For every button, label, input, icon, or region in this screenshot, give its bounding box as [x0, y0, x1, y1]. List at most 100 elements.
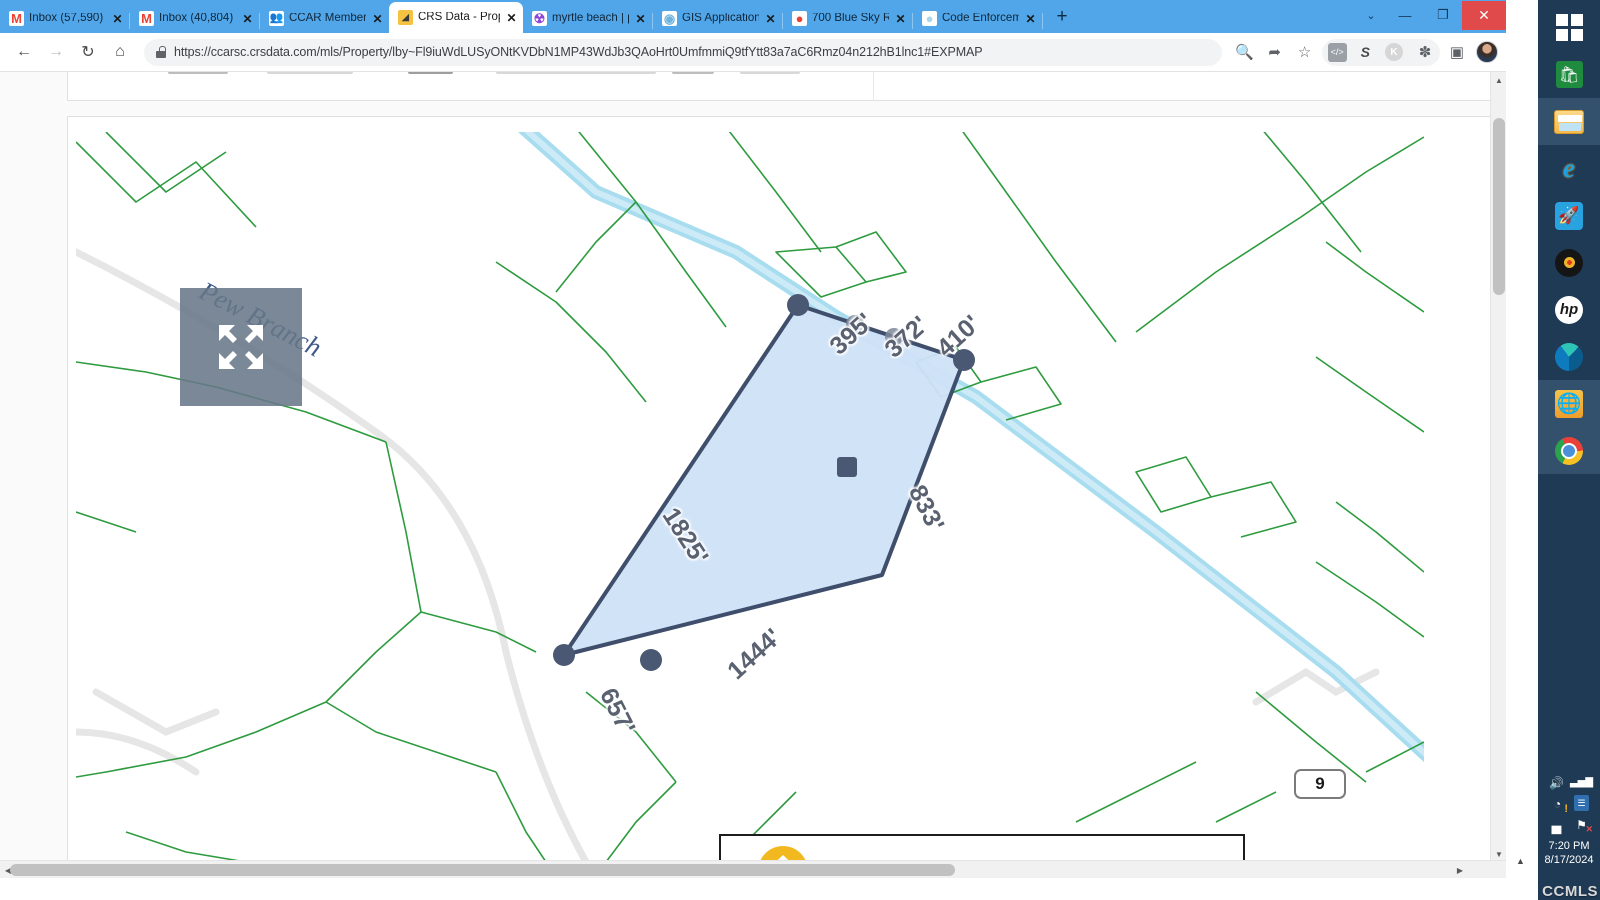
clock-date: 8/17/2024	[1544, 854, 1594, 866]
horizontal-scrollbar-thumb[interactable]	[10, 864, 955, 876]
signal-bars-icon[interactable]: ▃▅▇	[1570, 774, 1593, 791]
minimize-button[interactable]: —	[1386, 1, 1424, 30]
battery-icon[interactable]: ▄	[1548, 816, 1565, 833]
tab-gis-application[interactable]: ◉ GIS Application | H ✕	[653, 4, 782, 33]
code-icon: ●	[922, 11, 937, 26]
globe-icon: 🌐	[1555, 389, 1583, 418]
tab-blue-sky-rd[interactable]: ● 700 Blue Sky Rd - ✕	[783, 4, 912, 33]
close-tab-icon[interactable]: ✕	[634, 12, 647, 26]
scroll-up-arrow-icon[interactable]: ▲	[1491, 72, 1506, 88]
screen: M Inbox (57,590) - re ✕ M Inbox (40,804)…	[0, 0, 1600, 900]
tab-title: Inbox (57,590) - re	[29, 12, 106, 24]
page-vertical-scrollbar[interactable]: ▲ ▼	[1490, 72, 1506, 862]
tab-inbox-2[interactable]: M Inbox (40,804) - hc ✕	[130, 4, 259, 33]
taskbar-rocket-app[interactable]: 🚀	[1538, 192, 1600, 239]
chrome-icon	[1555, 436, 1583, 465]
rocket-icon: 🚀	[1555, 201, 1583, 230]
window-controls: ⌄ — ❐ ✕	[1356, 0, 1506, 30]
page-horizontal-scrollbar[interactable]: ◀ ▶	[0, 860, 1506, 878]
reload-button[interactable]: ↻	[72, 37, 104, 67]
side-panel-icon[interactable]: ▣	[1442, 37, 1472, 67]
tab-title: 700 Blue Sky Rd -	[812, 12, 889, 24]
taskbar-microsoft-store[interactable]: 🛍	[1538, 51, 1600, 98]
back-button[interactable]: ←	[8, 37, 40, 67]
taskbar-hp-app[interactable]: hp	[1538, 286, 1600, 333]
placeholder-bar	[408, 72, 453, 74]
tab-title: Inbox (40,804) - hc	[159, 12, 236, 24]
taskbar-google-chrome[interactable]	[1538, 427, 1600, 474]
clock-time: 7:20 PM	[1548, 840, 1590, 852]
clock[interactable]: 7:20 PM 8/17/2024	[1538, 839, 1600, 867]
zoom-icon[interactable]: 🔍	[1230, 37, 1260, 67]
taskbar-internet-explorer[interactable]: e	[1538, 145, 1600, 192]
close-tab-icon[interactable]: ✕	[505, 11, 518, 25]
browser-toolbar: ← → ↻ ⌂ https://ccarsc.crsdata.com/mls/P…	[0, 33, 1506, 72]
tab-myrtle-beach[interactable]: ☢ myrtle beach | pos ✕	[523, 4, 652, 33]
bookmark-star-icon[interactable]: ☆	[1290, 37, 1320, 67]
profile-avatar[interactable]	[1476, 41, 1498, 63]
edge-icon	[1555, 342, 1583, 371]
share-icon[interactable]: ➦	[1260, 37, 1290, 67]
close-tab-icon[interactable]: ✕	[371, 12, 384, 26]
tab-title: Code Enforcement	[942, 12, 1019, 24]
vertical-scrollbar-thumb[interactable]	[1493, 118, 1505, 295]
start-button[interactable]	[1538, 4, 1600, 51]
tray-expand-icon[interactable]: ▲	[1516, 856, 1525, 866]
gis-icon: ◉	[662, 11, 677, 26]
home-button[interactable]: ⌂	[104, 37, 136, 67]
tray-row-1: 🔊 ▃▅▇	[1538, 774, 1600, 791]
puzzle-extension-icon[interactable]: ✽	[1410, 37, 1440, 67]
folder-icon	[1554, 109, 1584, 134]
code-extension-icon[interactable]: </>	[1327, 42, 1347, 62]
close-tab-icon[interactable]: ✕	[241, 12, 254, 26]
address-bar[interactable]: https://ccarsc.crsdata.com/mls/Property/…	[144, 38, 1222, 66]
tab-search-chevron-icon[interactable]: ⌄	[1356, 1, 1386, 30]
tab-crs-data[interactable]: ◢ CRS Data - Propert ✕	[389, 2, 523, 33]
volume-icon[interactable]: 🔊	[1548, 774, 1565, 791]
flag-alert-icon[interactable]: ⚑	[1573, 816, 1593, 836]
document-icon[interactable]: ☰	[1574, 795, 1589, 811]
card-divider	[873, 72, 874, 101]
placeholder-bar	[496, 72, 656, 74]
taskbar-file-explorer[interactable]	[1538, 98, 1600, 145]
exit-fullscreen-button[interactable]	[180, 288, 302, 406]
close-tab-icon[interactable]: ✕	[764, 12, 777, 26]
close-tab-icon[interactable]: ✕	[894, 12, 907, 26]
extensions-group: </> S K ✽	[1321, 37, 1440, 67]
s-extension-icon[interactable]: S	[1361, 44, 1370, 60]
k-extension-icon[interactable]: K	[1385, 43, 1403, 61]
close-tab-icon[interactable]: ✕	[111, 12, 124, 26]
tab-ccar-member-portal[interactable]: 👥 CCAR Member Po ✕	[260, 4, 389, 33]
taskbar-globe-app[interactable]: 🌐	[1538, 380, 1600, 427]
page-viewport: 395' 372' 410' 1825' 833' 1444' 657' Pew…	[0, 72, 1506, 878]
system-tray: ▲ 🔊 ▃▅▇ ◔ ☰ ▄ ⚑ 7:20 PM 8/17/2024 CCMLS	[1516, 770, 1600, 900]
taskbar-microsoft-edge[interactable]	[1538, 333, 1600, 380]
placeholder-bar	[672, 72, 714, 74]
collapse-arrows-icon	[219, 325, 263, 369]
placeholder-bar	[267, 72, 353, 74]
ccmls-watermark: CCMLS	[1542, 883, 1598, 900]
placeholder-bar	[168, 72, 228, 74]
tab-code-enforcement[interactable]: ● Code Enforcement ✕	[913, 4, 1042, 33]
new-tab-button[interactable]: +	[1048, 3, 1076, 31]
tab-title: GIS Application | H	[682, 12, 759, 24]
network-warning-icon[interactable]: ◔	[1549, 795, 1568, 816]
restore-button[interactable]: ❐	[1424, 1, 1462, 30]
windows-taskbar: 🛍 e 🚀 hp 🌐 ▲ 🔊 ▃▅▇ ◔ ! ☰ ▄ ⚑ ✕ 7:20 PM 8…	[1516, 0, 1600, 900]
forward-button[interactable]: →	[40, 37, 72, 67]
hp-icon: hp	[1555, 295, 1583, 324]
taskbar-media-app[interactable]	[1538, 239, 1600, 286]
placeholder-bar	[740, 72, 800, 74]
tray-row-3: ▄ ⚑	[1538, 816, 1600, 836]
tab-inbox-1[interactable]: M Inbox (57,590) - re ✕	[0, 4, 129, 33]
parcel-map[interactable]: 395' 372' 410' 1825' 833' 1444' 657' Pew…	[76, 132, 1424, 862]
close-window-button[interactable]: ✕	[1462, 0, 1506, 30]
address-bar-url: https://ccarsc.crsdata.com/mls/Property/…	[174, 45, 983, 59]
store-icon: 🛍	[1555, 61, 1583, 88]
close-tab-icon[interactable]: ✕	[1024, 12, 1037, 26]
tab-strip: M Inbox (57,590) - re ✕ M Inbox (40,804)…	[0, 0, 1506, 33]
scroll-right-arrow-icon[interactable]: ▶	[1452, 862, 1468, 878]
ie-icon: e	[1563, 153, 1575, 183]
ccar-icon: 👥	[269, 11, 284, 26]
windows-icon	[1555, 14, 1583, 41]
